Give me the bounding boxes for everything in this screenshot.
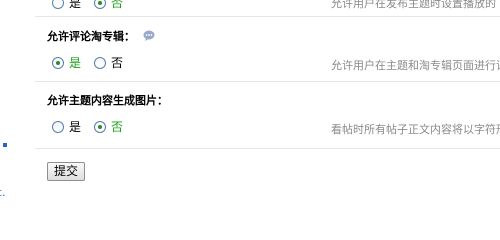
setting-title-content-to-image: 允许主题内容生成图片：	[47, 92, 168, 108]
setting-description: 看帖时所有帖子正文内容将以字符形	[331, 123, 500, 136]
top-option-no-label: 否	[111, 0, 124, 10]
top-option-yes-label: 是	[69, 0, 82, 10]
setting-title-text: 允许主题内容生成图片：	[47, 94, 168, 107]
comment-album-radio-no[interactable]: 否	[94, 54, 123, 71]
radio-icon[interactable]	[94, 56, 106, 69]
speech-bubble-icon[interactable]	[143, 30, 155, 42]
option-yes-label: 是	[69, 56, 82, 70]
divider	[35, 148, 500, 149]
radio-icon[interactable]	[94, 0, 106, 9]
content-image-radio-no[interactable]: 否	[94, 118, 123, 135]
setting-description: 允许用户在主题和淘专辑页面进行评	[331, 59, 500, 72]
sidebar-link[interactable]: c.	[0, 186, 6, 199]
option-no-label: 否	[111, 56, 124, 70]
settings-page: c. 是 否 允许用户在发布主题时设置播放的 允许评论淘专辑： 是 否 允许用户…	[0, 0, 500, 202]
top-description: 允许用户在发布主题时设置播放的	[331, 0, 496, 10]
submit-button[interactable]: 提交	[47, 162, 85, 181]
radio-icon[interactable]	[52, 56, 64, 69]
divider	[35, 81, 500, 82]
radio-icon[interactable]	[52, 120, 64, 133]
option-no-label: 否	[111, 120, 124, 134]
top-radio-no[interactable]: 否	[94, 0, 123, 11]
bullet-icon	[3, 143, 7, 147]
radio-icon[interactable]	[52, 0, 64, 9]
radio-icon[interactable]	[94, 120, 106, 133]
setting-title-comment-album: 允许评论淘专辑：	[47, 28, 155, 44]
content-image-radio-yes[interactable]: 是	[52, 118, 81, 135]
option-yes-label: 是	[69, 120, 82, 134]
top-radio-yes[interactable]: 是	[52, 0, 81, 11]
comment-album-radio-yes[interactable]: 是	[52, 54, 81, 71]
left-sidebar-edge: c.	[0, 0, 8, 202]
divider	[35, 16, 500, 17]
setting-title-text: 允许评论淘专辑：	[47, 30, 135, 43]
